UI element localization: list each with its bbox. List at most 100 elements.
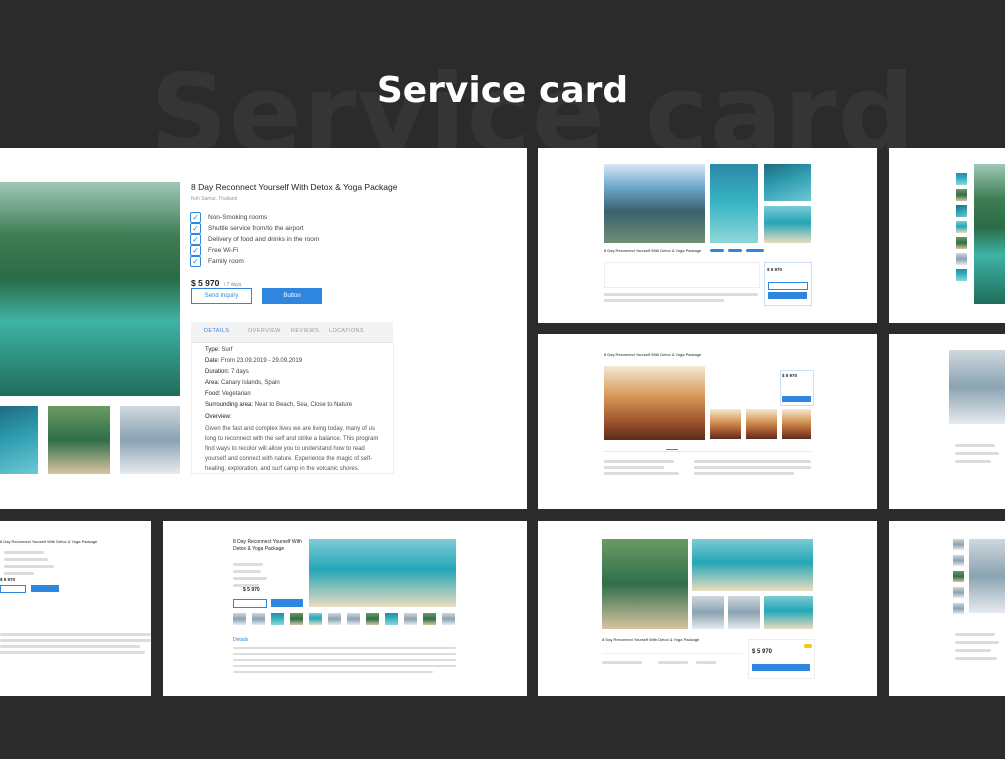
card4-tab-active[interactable] <box>666 449 678 450</box>
card7-thumb[interactable] <box>366 613 379 625</box>
card3-thumb[interactable] <box>956 253 967 265</box>
main-photo[interactable] <box>0 182 180 396</box>
card9-thumb[interactable] <box>953 603 964 614</box>
feature-item: ✓ Non-Smoking rooms <box>190 212 267 223</box>
card9-text-line <box>955 657 997 660</box>
card8-badge <box>804 644 812 648</box>
card3-thumb[interactable] <box>956 221 967 233</box>
card3-thumb[interactable] <box>956 173 967 185</box>
card2-inquiry-button[interactable] <box>768 282 808 290</box>
card4-heading: 8 Day Reconnect Yourself With Detox & Yo… <box>604 352 702 357</box>
card6-feature <box>4 551 44 554</box>
card2-text-line <box>604 299 724 302</box>
card5-text-line <box>955 452 999 455</box>
card2-tag <box>710 249 724 252</box>
check-icon: ✓ <box>190 212 201 223</box>
check-icon: ✓ <box>190 256 201 267</box>
feature-item: ✓ Delivery of food and drinks in the room <box>190 234 319 245</box>
card2-photo-main[interactable] <box>604 164 705 243</box>
card7-text-line <box>233 671 433 673</box>
thumbnail-1[interactable] <box>0 406 38 474</box>
card6-inquiry-button[interactable] <box>0 585 26 593</box>
card4-book-button[interactable] <box>782 396 811 402</box>
card7-thumb[interactable] <box>328 613 341 625</box>
card7-thumb[interactable] <box>385 613 398 625</box>
card6-book-button[interactable] <box>31 585 59 592</box>
card3-thumb[interactable] <box>956 237 967 249</box>
card9-photo-main[interactable] <box>969 539 1005 613</box>
card6-text-line <box>0 651 145 654</box>
card6-text-line <box>0 639 151 642</box>
card8-info <box>696 661 716 664</box>
card2-tag <box>746 249 764 252</box>
feature-item: ✓ Family room <box>190 256 244 267</box>
card-location: Koh Samui, Thailand <box>191 196 238 202</box>
card9-text-line <box>955 641 999 644</box>
card3-photo-main[interactable] <box>974 164 1005 304</box>
card3-thumb[interactable] <box>956 269 967 281</box>
send-inquiry-button[interactable]: Send Inquiry <box>191 288 252 304</box>
card7-thumb[interactable] <box>290 613 303 625</box>
card7-book-button[interactable] <box>271 599 303 607</box>
card8-photo-4[interactable] <box>728 596 760 629</box>
card8-info <box>602 661 642 664</box>
card3-thumb[interactable] <box>956 189 967 201</box>
card9-thumb[interactable] <box>953 555 964 566</box>
card7-thumb[interactable] <box>442 613 455 625</box>
detail-type: Type: Surf <box>205 347 233 353</box>
card7-thumb[interactable] <box>423 613 436 625</box>
card9-thumb[interactable] <box>953 571 964 582</box>
card8-photo-3[interactable] <box>692 596 724 629</box>
card7-thumb[interactable] <box>347 613 360 625</box>
card2-book-button[interactable] <box>768 292 807 299</box>
card3-thumb[interactable] <box>956 205 967 217</box>
card2-heading: 8 Day Reconnect Yourself With Detox & Yo… <box>604 248 702 253</box>
card5-photo[interactable] <box>949 350 1005 424</box>
card8-info <box>658 661 688 664</box>
detail-duration: Duration: 7 days <box>205 369 249 375</box>
card7-thumb[interactable] <box>271 613 284 625</box>
card2-photo-2[interactable] <box>710 164 758 243</box>
card9-thumb[interactable] <box>953 587 964 598</box>
thumbnail-3[interactable] <box>120 406 180 474</box>
card7-thumb[interactable] <box>233 613 246 625</box>
card-heading: 8 Day Reconnect Yourself With Detox & Yo… <box>191 182 398 192</box>
tab-reviews[interactable]: REVIEWS <box>291 328 319 334</box>
overview-text: Given the fast and complex lives we are … <box>205 426 379 472</box>
card4-text-line <box>694 466 811 469</box>
card9-thumb[interactable] <box>953 539 964 550</box>
card8-photo-2[interactable] <box>692 539 813 591</box>
card7-price: $ 5 970 <box>243 587 260 593</box>
card4-photo-2[interactable] <box>710 409 741 439</box>
card7-thumb[interactable] <box>252 613 265 625</box>
card4-photo-main[interactable] <box>604 366 705 440</box>
card4-photo-3[interactable] <box>746 409 777 439</box>
detail-area: Area: Canary Islands, Spain <box>205 380 280 386</box>
card2-photo-3[interactable] <box>764 164 811 201</box>
service-card-8: 8 Day Reconnect Yourself With Detox & Yo… <box>538 521 877 696</box>
card2-tag <box>728 249 742 252</box>
tab-bar: DETAILS OVERVIEW REVIEWS LOCATIONS <box>191 322 393 343</box>
tab-overview[interactable]: OVERVIEW <box>248 328 281 334</box>
card7-detail <box>233 563 263 566</box>
card8-photo-main[interactable] <box>602 539 688 629</box>
card2-photo-4[interactable] <box>764 206 811 243</box>
card7-thumb[interactable] <box>309 613 322 625</box>
service-card-4: 8 Day Reconnect Yourself With Detox & Yo… <box>538 334 877 509</box>
detail-food: Food: Vegetarian <box>205 391 251 397</box>
tab-details[interactable]: DETAILS <box>204 328 229 334</box>
page-title: Service card <box>376 70 629 111</box>
card7-inquiry-button[interactable] <box>233 599 267 608</box>
card4-photo-4[interactable] <box>782 409 811 439</box>
card7-details-link[interactable]: Details <box>233 637 248 643</box>
feature-item: ✓ Free Wi-Fi <box>190 245 238 256</box>
thumbnail-2[interactable] <box>48 406 110 474</box>
card5-text-line <box>955 460 991 463</box>
card7-detail <box>233 570 261 573</box>
primary-button[interactable]: Button <box>262 288 322 304</box>
card8-photo-5[interactable] <box>764 596 813 629</box>
card7-thumb[interactable] <box>404 613 417 625</box>
card7-photo-main[interactable] <box>309 539 456 607</box>
card8-book-button[interactable] <box>752 664 810 671</box>
tab-locations[interactable]: LOCATIONS <box>329 328 364 334</box>
